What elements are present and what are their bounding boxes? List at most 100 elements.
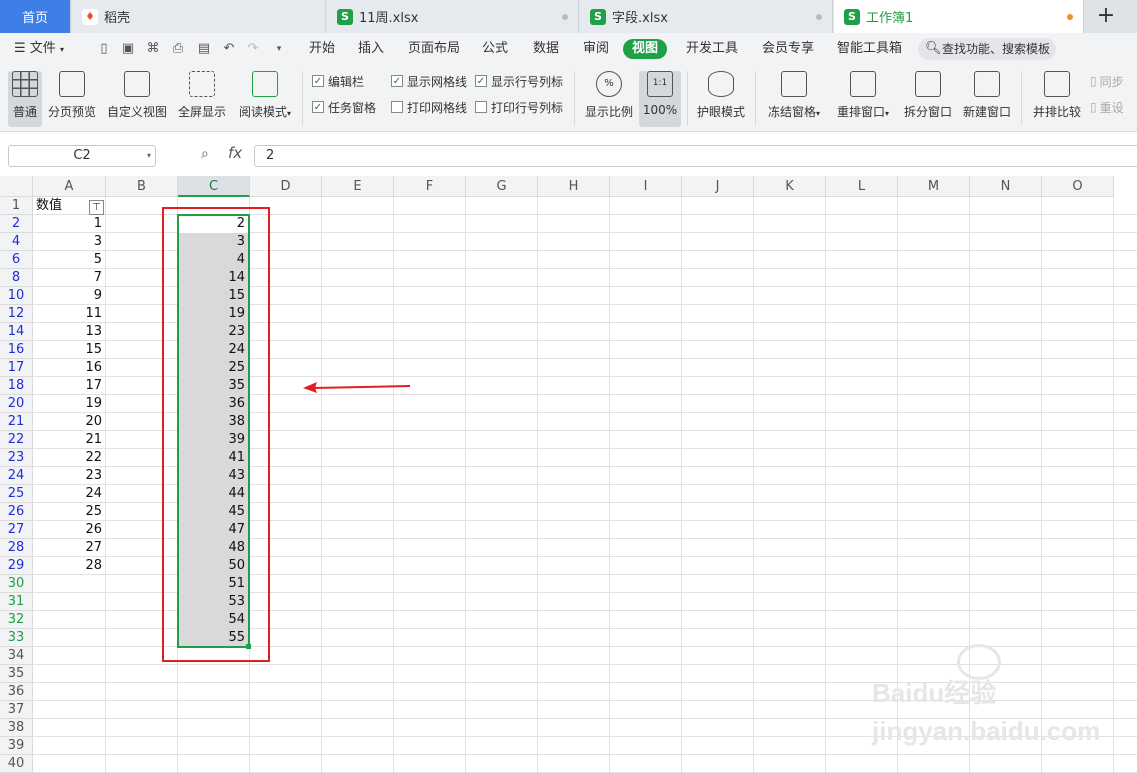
- task-pane-checkbox[interactable]: ✓ 任务窗格: [312, 99, 376, 115]
- row-header[interactable]: 22: [0, 431, 33, 449]
- cell-a[interactable]: 5: [33, 251, 105, 269]
- page-break-preview-button[interactable]: 分页预览: [47, 71, 97, 127]
- column-header-m[interactable]: M: [898, 176, 970, 197]
- row-header[interactable]: 12: [0, 305, 33, 323]
- row-header[interactable]: 18: [0, 377, 33, 395]
- column-header-j[interactable]: J: [682, 176, 754, 197]
- row-header[interactable]: 33: [0, 629, 33, 647]
- cell-a[interactable]: [33, 611, 105, 629]
- column-header-d[interactable]: D: [250, 176, 322, 197]
- reading-mode-button[interactable]: 阅读模式▾: [236, 71, 294, 127]
- side-by-side-button[interactable]: 并排比较: [1030, 71, 1084, 127]
- spreadsheet-grid[interactable]: ABCDEFGHIJKLMNO 1 2 4 6 8 10 12 14 16 17 18 20 21 22 2…: [0, 176, 1137, 773]
- menu-developer[interactable]: 开发工具: [686, 33, 738, 65]
- show-gridlines-checkbox[interactable]: ✓ 显示网格线: [391, 73, 467, 89]
- row-header[interactable]: 17: [0, 359, 33, 377]
- cell-a[interactable]: [33, 575, 105, 593]
- row-header[interactable]: 40: [0, 755, 33, 773]
- print-headers-checkbox[interactable]: 打印行号列标: [475, 99, 563, 115]
- more-icon[interactable]: ▾: [271, 41, 287, 57]
- row-header[interactable]: 21: [0, 413, 33, 431]
- cell-a[interactable]: 26: [33, 521, 105, 539]
- column-header-n[interactable]: N: [970, 176, 1042, 197]
- cell-a[interactable]: 28: [33, 557, 105, 575]
- unsaved-dot-icon[interactable]: [1067, 14, 1073, 20]
- column-header-c[interactable]: C: [178, 176, 250, 197]
- row-header[interactable]: 23: [0, 449, 33, 467]
- print-icon[interactable]: ⎙: [170, 41, 186, 57]
- cell-a[interactable]: [33, 683, 105, 701]
- show-headers-checkbox[interactable]: ✓ 显示行号列标: [475, 73, 563, 89]
- cell-a[interactable]: [33, 755, 105, 773]
- select-all-corner[interactable]: [0, 176, 33, 197]
- column-header-e[interactable]: E: [322, 176, 394, 197]
- row-header[interactable]: 25: [0, 485, 33, 503]
- row-header[interactable]: 37: [0, 701, 33, 719]
- menu-view[interactable]: 视图: [623, 39, 667, 59]
- reset-position-button[interactable]: ▯ 重设: [1090, 99, 1124, 115]
- menu-formula[interactable]: 公式: [482, 33, 508, 65]
- row-header[interactable]: 16: [0, 341, 33, 359]
- cell-a[interactable]: 16: [33, 359, 105, 377]
- fullscreen-button[interactable]: 全屏显示: [177, 71, 227, 127]
- cell-a[interactable]: [33, 701, 105, 719]
- fx-icon[interactable]: fx: [228, 144, 242, 162]
- menu-smart-toolbox[interactable]: 智能工具箱: [837, 33, 902, 65]
- cell-a[interactable]: [33, 719, 105, 737]
- menu-insert[interactable]: 插入: [358, 33, 384, 65]
- cell-c[interactable]: [178, 665, 248, 683]
- cell-a[interactable]: 27: [33, 539, 105, 557]
- cell-a[interactable]: [33, 647, 105, 665]
- row-header[interactable]: 30: [0, 575, 33, 593]
- file-menu[interactable]: ☰ 文件 ▾: [14, 33, 64, 65]
- formula-bar-checkbox[interactable]: ✓ 编辑栏: [312, 73, 364, 89]
- cell-a[interactable]: [33, 737, 105, 755]
- row-header[interactable]: 24: [0, 467, 33, 485]
- menu-data[interactable]: 数据: [533, 33, 559, 65]
- cell-a[interactable]: [33, 593, 105, 611]
- row-header[interactable]: 32: [0, 611, 33, 629]
- cell-a[interactable]: 20: [33, 413, 105, 431]
- row-header[interactable]: 26: [0, 503, 33, 521]
- new-window-button[interactable]: 新建窗口: [961, 71, 1013, 127]
- column-header-l[interactable]: L: [826, 176, 898, 197]
- row-header[interactable]: 39: [0, 737, 33, 755]
- menu-page-layout[interactable]: 页面布局: [408, 33, 460, 65]
- row-header[interactable]: 2: [0, 215, 33, 233]
- redo-icon[interactable]: ↷: [245, 41, 261, 57]
- cell-a[interactable]: 25: [33, 503, 105, 521]
- tab-daoke[interactable]: ♦ 稻壳: [72, 0, 326, 33]
- column-header-h[interactable]: H: [538, 176, 610, 197]
- cell-a[interactable]: 9: [33, 287, 105, 305]
- cell-c[interactable]: [178, 701, 248, 719]
- column-header-o[interactable]: O: [1042, 176, 1114, 197]
- row-header[interactable]: 28: [0, 539, 33, 557]
- save-icon[interactable]: ▣: [120, 41, 136, 57]
- filter-button[interactable]: ⊤: [89, 200, 104, 215]
- column-header-i[interactable]: I: [610, 176, 682, 197]
- cell-a[interactable]: 21: [33, 431, 105, 449]
- row-header[interactable]: 8: [0, 269, 33, 287]
- column-header-a[interactable]: A: [33, 176, 106, 197]
- row-header[interactable]: 10: [0, 287, 33, 305]
- row-header[interactable]: 20: [0, 395, 33, 413]
- row-header[interactable]: 29: [0, 557, 33, 575]
- search-box[interactable]: 🔍︎ 查找功能、搜索模板: [918, 38, 1056, 60]
- row-header[interactable]: 1: [0, 197, 33, 215]
- print-gridlines-checkbox[interactable]: 打印网格线: [391, 99, 467, 115]
- cell-a[interactable]: 22: [33, 449, 105, 467]
- cell-a[interactable]: 19: [33, 395, 105, 413]
- new-tab-button[interactable]: +: [1091, 4, 1121, 29]
- undo-icon[interactable]: ↶: [221, 41, 237, 57]
- menu-start[interactable]: 开始: [309, 33, 335, 65]
- menu-member[interactable]: 会员专享: [762, 33, 814, 65]
- column-header-b[interactable]: B: [106, 176, 178, 197]
- cell-a[interactable]: [33, 629, 105, 647]
- arrange-windows-button[interactable]: 重排窗口▾: [833, 71, 893, 127]
- sync-scroll-button[interactable]: ▯ 同步: [1090, 73, 1124, 89]
- cell-a[interactable]: 数值: [33, 197, 88, 215]
- custom-view-button[interactable]: 自定义视图: [106, 71, 168, 127]
- format-painter-icon[interactable]: ⌘: [145, 41, 161, 57]
- zoom-search-icon[interactable]: ⌕: [201, 146, 209, 162]
- cell-c[interactable]: [178, 737, 248, 755]
